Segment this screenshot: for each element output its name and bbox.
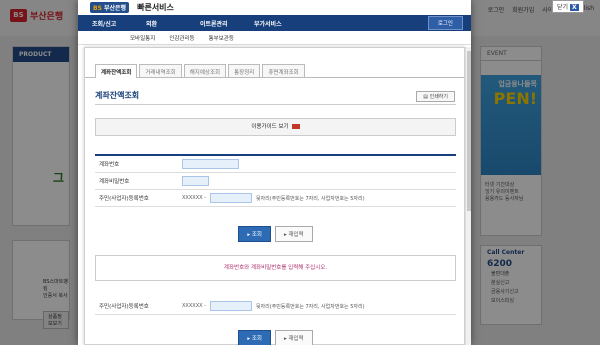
popup-service-title: 빠른서비스 [137, 3, 174, 12]
query-button[interactable]: ▸ 조회 [238, 226, 271, 242]
resident-label: 주민(사업자)등록번호 [99, 304, 149, 310]
sub-item-seal[interactable]: 인감관리등 [169, 34, 194, 42]
login-button[interactable]: 로그인 [427, 16, 463, 30]
inquiry-tabs: 계좌잔액조회 거래내역조회 해지예상조회 통장정리 휴면계좌조회 [85, 48, 464, 78]
popup-scrollbar[interactable] [465, 47, 471, 345]
resident-prefix: XXXXXX - [182, 195, 206, 201]
resident-hint: 뒷자리(주민등록번호는 7자리, 사업자번호는 5자리) [255, 195, 365, 202]
popup-logo: BS 부산은행 [90, 2, 130, 13]
nav-item-inquiry[interactable]: 조회/신고 [92, 19, 146, 28]
notice-message: 계좌번호와 계좌비밀번호를 입력해 주십시오. [95, 255, 456, 281]
form-buttons-repeat: ▸ 조회 ▸ 재입력 [85, 330, 466, 345]
form-row-resident: 주민(사업자)등록번호 XXXXXX - 뒷자리(주민등록번호는 7자리, 사업… [95, 190, 456, 207]
print-button[interactable]: ▤ 인쇄하기 [416, 91, 455, 102]
account-password-input[interactable] [182, 176, 209, 186]
tab-balance[interactable]: 계좌잔액조회 [95, 64, 138, 78]
nav-item-etron[interactable]: 이트론관리 [200, 19, 254, 28]
close-icon: X [570, 4, 579, 11]
quick-service-popup: BS 부산은행 빠른서비스 조회/신고 외환 이트론관리 부가서비스 로그인 모… [78, 0, 471, 345]
account-number-input[interactable] [182, 159, 239, 169]
balance-inquiry-panel: 계좌잔액조회 거래내역조회 해지예상조회 통장정리 휴면계좌조회 계좌잔액조회 … [84, 47, 465, 345]
resident-number-input[interactable] [209, 193, 252, 203]
resident-label: 주민(사업자)등록번호 [99, 196, 149, 202]
form-row-resident-repeat: 주민(사업자)등록번호 XXXXXX - 뒷자리(주민등록번호는 7자리, 사업… [95, 298, 456, 315]
tab-transactions[interactable]: 거래내역조회 [139, 64, 182, 77]
reset-button[interactable]: ▸ 재입력 [274, 330, 313, 345]
nav-item-forex[interactable]: 외환 [146, 19, 200, 28]
sub-item-mobile[interactable]: 모바일통지 [130, 34, 155, 42]
inquiry-form: 계좌번호 계좌비밀번호 주민(사업자)등록번호 XXXXXX - 뒷자리(주민등… [95, 154, 456, 207]
page-title: 계좌잔액조회 [95, 91, 140, 100]
form-row-account: 계좌번호 [95, 156, 456, 173]
scrollbar-thumb[interactable] [467, 51, 471, 211]
reset-button[interactable]: ▸ 재입력 [274, 226, 313, 242]
password-label: 계좌비밀번호 [99, 179, 130, 185]
resident-prefix: XXXXXX - [182, 303, 206, 309]
query-button[interactable]: ▸ 조회 [238, 330, 271, 345]
nav-item-extra[interactable]: 부가서비스 [254, 19, 308, 28]
guide-toggle[interactable]: 이용가이드 보기 [95, 118, 456, 136]
resident-hint: 뒷자리(주민등록번호는 7자리, 사업자번호는 5자리) [255, 303, 365, 310]
title-divider [95, 104, 456, 105]
sub-item-passbook[interactable]: 통부보관등 [209, 34, 234, 42]
tab-termination[interactable]: 해지예상조회 [183, 64, 227, 77]
form-buttons: ▸ 조회 ▸ 재입력 [85, 226, 466, 242]
popup-main-nav: 조회/신고 외환 이트론관리 부가서비스 로그인 [78, 15, 471, 31]
tab-passbook[interactable]: 통장정리 [228, 64, 261, 77]
popup-header: BS 부산은행 빠른서비스 [78, 0, 471, 15]
close-popup-button[interactable]: 닫기 X [552, 0, 584, 13]
account-label: 계좌번호 [99, 162, 120, 168]
form-row-password: 계좌비밀번호 [95, 173, 456, 190]
popup-sub-nav: 모바일통지 인감관리등 통부보관등 [78, 31, 471, 45]
tab-dormant[interactable]: 휴면계좌조회 [262, 64, 305, 77]
arrow-down-icon [291, 124, 300, 129]
resident-number-input[interactable] [209, 301, 252, 311]
